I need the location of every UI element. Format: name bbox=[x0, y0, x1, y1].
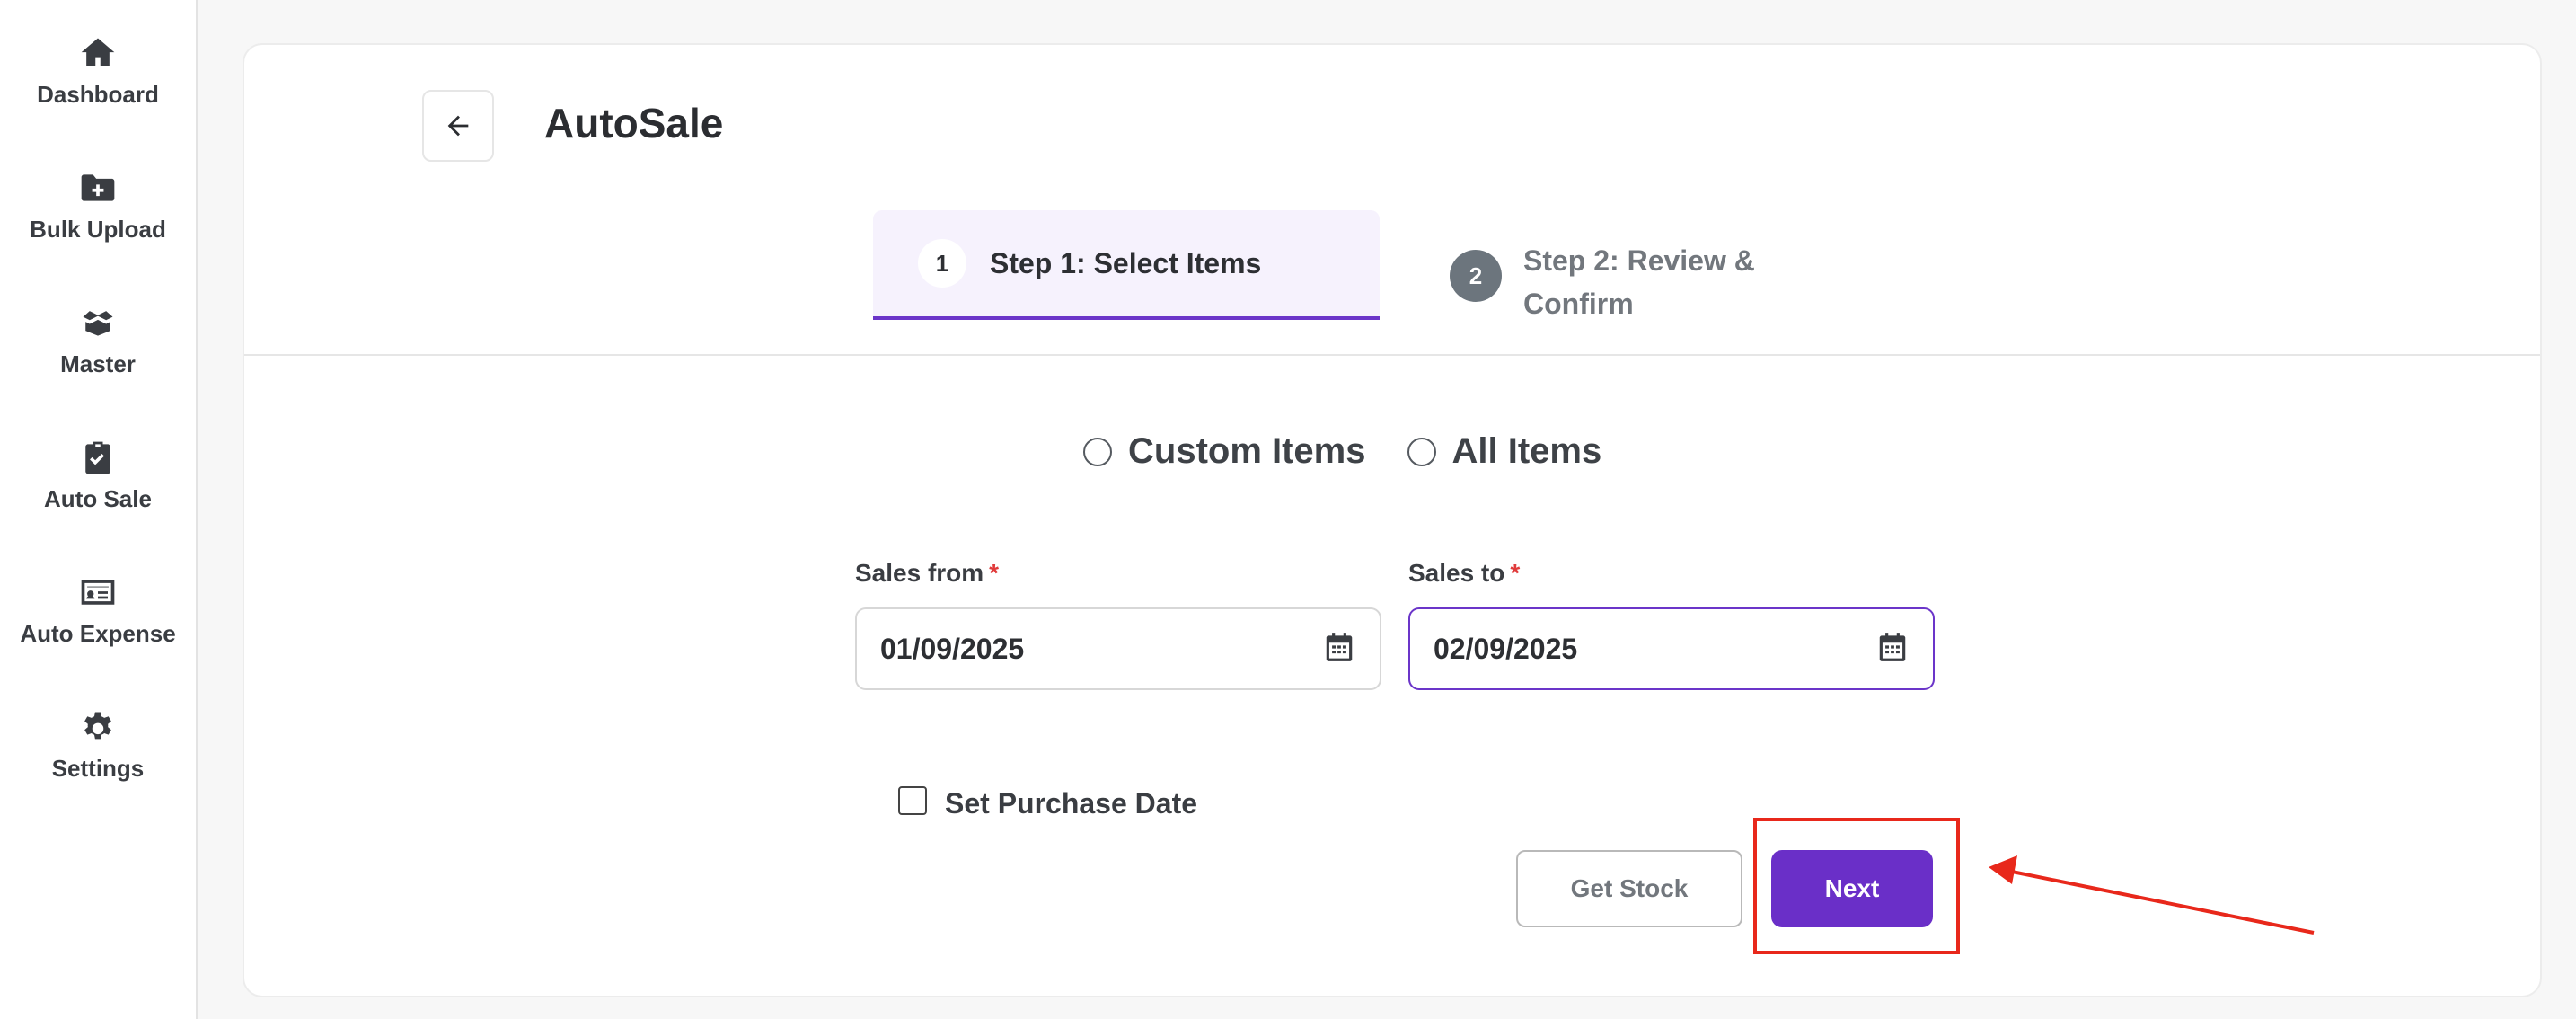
sidebar-item-bulk-upload[interactable]: Bulk Upload bbox=[0, 167, 196, 275]
set-purchase-date-checkbox[interactable] bbox=[898, 785, 927, 815]
sidebar-item-label: Settings bbox=[51, 755, 145, 782]
sales-to-label: Sales to bbox=[1408, 559, 1505, 587]
custom-items-radio[interactable]: Custom Items bbox=[1083, 431, 1366, 472]
sidebar-item-label: Dashboard bbox=[37, 81, 159, 108]
required-marker: * bbox=[1510, 559, 1521, 587]
radio-button[interactable] bbox=[1083, 437, 1112, 466]
get-stock-button[interactable]: Get Stock bbox=[1516, 850, 1742, 927]
id-card-icon bbox=[77, 572, 119, 613]
field-label: Sales to * bbox=[1408, 559, 1935, 595]
step-number: 2 bbox=[1450, 250, 1502, 302]
sidebar-item-auto-expense[interactable]: Auto Expense bbox=[0, 572, 196, 679]
sales-from-label: Sales from bbox=[855, 559, 984, 587]
folder-plus-icon bbox=[77, 167, 119, 208]
arrow-left-icon bbox=[447, 115, 469, 137]
sales-from-field: Sales from * 01/09/2025 bbox=[855, 559, 1381, 690]
checkbox-label: Set Purchase Date bbox=[945, 787, 1198, 820]
radio-label: Custom Items bbox=[1128, 431, 1366, 471]
clipboard-check-icon bbox=[77, 437, 119, 478]
back-button[interactable] bbox=[422, 90, 494, 162]
date-value: 02/09/2025 bbox=[1434, 632, 1578, 665]
calendar-icon[interactable] bbox=[1875, 630, 1910, 669]
item-selection-radio-group: Custom Items All Items bbox=[1083, 431, 1643, 472]
divider bbox=[244, 354, 2540, 356]
sales-from-date-input[interactable]: 01/09/2025 bbox=[855, 607, 1381, 690]
page-title: AutoSale bbox=[544, 100, 724, 146]
step-number: 1 bbox=[918, 239, 966, 288]
sidebar-item-label: Auto Expense bbox=[20, 620, 176, 647]
sidebar: Dashboard Bulk Upload Master Auto Sale A… bbox=[0, 0, 198, 1019]
next-button[interactable]: Next bbox=[1771, 850, 1933, 927]
radio-button[interactable] bbox=[1407, 437, 1436, 466]
step-1-tab[interactable]: 1 Step 1: Select Items bbox=[873, 210, 1380, 320]
calendar-icon[interactable] bbox=[1322, 630, 1356, 669]
sales-to-field: Sales to * 02/09/2025 bbox=[1408, 559, 1935, 690]
home-icon bbox=[77, 32, 119, 74]
radio-label: All Items bbox=[1451, 431, 1602, 471]
sidebar-item-label: Master bbox=[60, 350, 136, 377]
step-label: Step 1: Select Items bbox=[990, 246, 1262, 279]
sidebar-item-master[interactable]: Master bbox=[0, 302, 196, 410]
autosale-card: AutoSale 1 Step 1: Select Items 2 Step 2… bbox=[243, 43, 2542, 997]
sidebar-item-auto-sale[interactable]: Auto Sale bbox=[0, 437, 196, 545]
box-open-icon bbox=[77, 302, 119, 343]
step-label: Step 2: Review & Confirm bbox=[1523, 244, 1755, 320]
set-purchase-date-option[interactable]: Set Purchase Date bbox=[898, 780, 1197, 820]
all-items-radio[interactable]: All Items bbox=[1407, 431, 1602, 472]
sidebar-item-label: Auto Sale bbox=[44, 485, 152, 512]
sales-to-date-input[interactable]: 02/09/2025 bbox=[1408, 607, 1935, 690]
required-marker: * bbox=[989, 559, 1000, 587]
date-value: 01/09/2025 bbox=[880, 632, 1025, 665]
field-label: Sales from * bbox=[855, 559, 1381, 595]
sidebar-item-settings[interactable]: Settings bbox=[0, 706, 196, 814]
sidebar-item-label: Bulk Upload bbox=[30, 216, 166, 243]
sidebar-item-dashboard[interactable]: Dashboard bbox=[0, 32, 196, 140]
gear-icon bbox=[77, 706, 119, 748]
step-2-tab[interactable]: 2 Step 2: Review & Confirm bbox=[1450, 239, 1827, 329]
